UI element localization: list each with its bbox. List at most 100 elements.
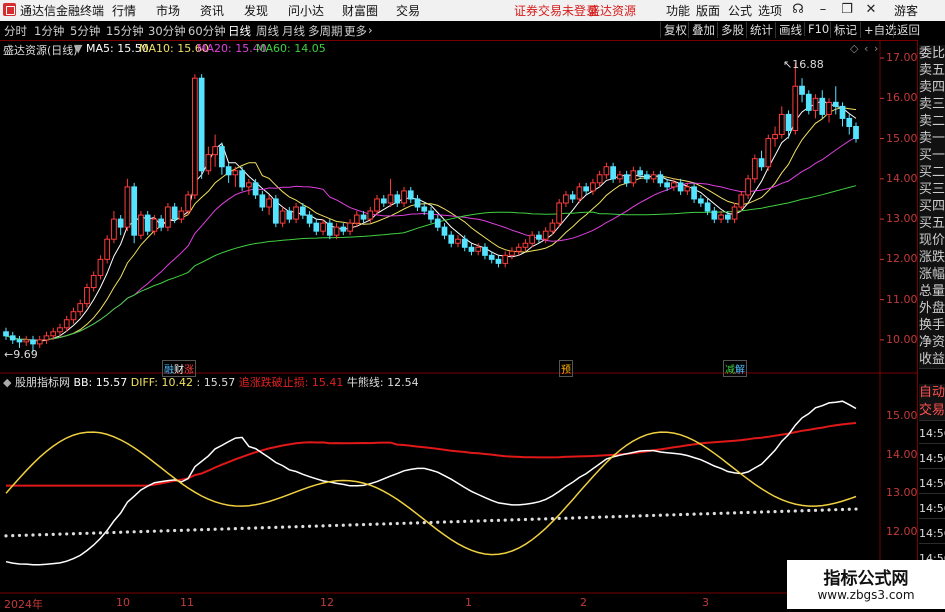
menu-jiaoyi[interactable]: 交易 (396, 2, 420, 19)
bull-bear-dot (766, 510, 770, 514)
duogu-button[interactable]: 多股 (717, 22, 747, 38)
candle-body (455, 238, 461, 244)
side-tab-15[interactable]: 外盘 (919, 300, 945, 318)
side-tab-7[interactable]: 买二 (919, 164, 945, 182)
marker-forecast[interactable]: 预 (559, 360, 573, 377)
bull-bear-dot (51, 532, 55, 536)
candle-body (853, 125, 859, 140)
watermark-url: www.zbgs3.com (817, 588, 915, 602)
user-guest[interactable]: 游客 (894, 2, 918, 19)
menu-gongshi[interactable]: 公式 (728, 2, 752, 19)
side-tab-bottom-0[interactable]: 自动 (919, 384, 945, 403)
period-multi[interactable]: 多周期 (308, 23, 343, 39)
bull-bear-dot (193, 528, 197, 532)
bull-bear-dot (213, 527, 217, 531)
bull-bear-dot (496, 518, 501, 522)
period-60min[interactable]: 60分钟 (188, 23, 226, 39)
menu-shichang[interactable]: 市场 (156, 2, 180, 19)
candle-body (340, 226, 347, 232)
candle-body (185, 194, 192, 212)
bull-bear-dot (395, 521, 399, 526)
period-daily[interactable]: 日线 (228, 23, 251, 39)
candle-body (178, 210, 185, 220)
side-tab-17[interactable]: 净资 (919, 334, 945, 352)
fuquan-button[interactable]: 复权 (660, 22, 690, 38)
marker-reduce-unlock[interactable]: 减解 (723, 360, 747, 377)
tongji-button[interactable]: 统计 (746, 22, 776, 38)
candle-body (657, 174, 664, 184)
side-tab-bottom-1[interactable]: 交易 (919, 402, 945, 421)
bull-bear-dot (591, 515, 595, 519)
period-15min[interactable]: 15分钟 (106, 23, 144, 39)
menu-zixun[interactable]: 资讯 (200, 2, 224, 19)
diejia-button[interactable]: 叠加 (688, 22, 718, 38)
low-price-label: ←9.69 (4, 348, 38, 361)
chevron-right-icon[interactable]: › (368, 23, 373, 37)
menu-faxian[interactable]: 发现 (244, 2, 268, 19)
f10-button[interactable]: F10 (804, 22, 832, 36)
menu-caifuquan[interactable]: 财富圈 (342, 2, 378, 19)
side-tab-0[interactable]: 委比 (919, 45, 945, 63)
candle-body (97, 258, 104, 276)
bull-bear-dot (355, 523, 359, 527)
side-tab-2[interactable]: 卖四 (919, 79, 945, 97)
candle-body (165, 206, 171, 228)
login-notice[interactable]: 证券交易未登录 (514, 2, 598, 19)
kline-chart[interactable] (0, 40, 917, 609)
menu-hangqing[interactable]: 行情 (112, 2, 136, 19)
period-fenshi[interactable]: 分时 (4, 23, 27, 39)
menu-gongneng[interactable]: 功能 (666, 2, 690, 19)
side-tab-4[interactable]: 卖二 (919, 113, 945, 131)
side-tab-11[interactable]: 现价 (919, 232, 945, 250)
candle-body (684, 186, 691, 192)
side-tab-1[interactable]: 卖五 (919, 62, 945, 80)
menu-banmian[interactable]: 版面 (696, 2, 720, 19)
headset-icon[interactable]: ☊ (787, 1, 809, 19)
menu-xuanxiang[interactable]: 选项 (758, 2, 782, 19)
period-5min[interactable]: 5分钟 (70, 23, 100, 39)
side-tab-10[interactable]: 买五 (919, 215, 945, 233)
side-tab-13[interactable]: 涨幅 (919, 266, 945, 284)
bull-bear-dot (847, 507, 851, 511)
side-tab-14[interactable]: 总量 (919, 283, 945, 301)
side-tab-12[interactable]: 涨跌 (919, 249, 945, 267)
back-button[interactable]: 返回 (893, 22, 923, 38)
candle-body (745, 178, 751, 196)
side-tab-3[interactable]: 卖三 (919, 96, 945, 114)
side-tab-6[interactable]: 买一 (919, 147, 945, 165)
candle-body (697, 198, 704, 204)
restore-icon[interactable]: ❐ (836, 1, 858, 19)
period-monthly[interactable]: 月线 (282, 23, 305, 39)
bull-bear-dot (503, 518, 507, 522)
close-icon[interactable]: ✕ (860, 1, 882, 19)
bull-bear-dot (179, 528, 183, 532)
bull-bear-dot (813, 508, 818, 512)
price-tick-5: 12.00 (886, 252, 918, 266)
minimize-icon[interactable]: – (812, 1, 834, 19)
side-tab-9[interactable]: 买四 (919, 198, 945, 216)
bull-bear-dot (31, 533, 35, 537)
candle-body (583, 186, 590, 192)
side-tab-18[interactable]: 收益 (919, 351, 945, 369)
period-weekly[interactable]: 周线 (256, 23, 279, 39)
bull-bear-dot (584, 515, 588, 520)
side-tab-16[interactable]: 换手 (919, 317, 945, 335)
price-tick-4: 13.00 (886, 212, 918, 226)
period-more[interactable]: 更多 (344, 23, 367, 39)
bull-bear-dot (314, 524, 318, 528)
side-tab-5[interactable]: 卖一 (919, 130, 945, 148)
candle-body (826, 101, 832, 115)
period-1min[interactable]: 1分钟 (34, 23, 64, 39)
bull-bear-dot (341, 523, 345, 527)
collapse-triangle-icon[interactable]: ◆ (3, 376, 11, 389)
indicator-tick-0: 15.00 (886, 408, 918, 422)
bull-bear-dot (442, 520, 447, 524)
bull-bear-dot (800, 509, 804, 513)
side-tab-8[interactable]: 买三 (919, 181, 945, 199)
bull-bear-dot (152, 529, 157, 533)
period-30min[interactable]: 30分钟 (148, 23, 186, 39)
biaoji-button[interactable]: 标记 (830, 22, 860, 38)
huaxian-button[interactable]: 画线 (775, 22, 805, 38)
x-label-2: 2 (580, 596, 587, 609)
menu-wenxiaoda[interactable]: 问小达 (288, 2, 324, 19)
